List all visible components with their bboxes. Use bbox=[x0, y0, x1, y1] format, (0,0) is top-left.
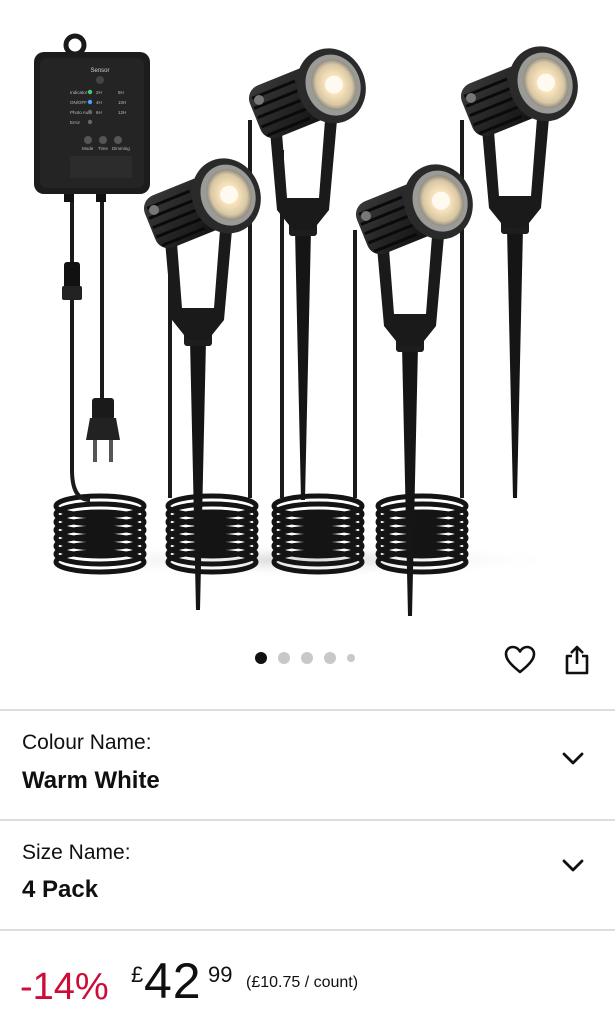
controller-hours-10: 10H bbox=[118, 100, 126, 105]
page-dot-1[interactable] bbox=[255, 652, 267, 664]
page-dot-3[interactable] bbox=[301, 652, 313, 664]
chevron-down-icon[interactable] bbox=[560, 746, 586, 772]
price-block: -14% £ 42 99 (£10.75 / count) bbox=[0, 940, 615, 1024]
controller-hours-8: 8H bbox=[118, 90, 124, 95]
controller-hours-4: 4H bbox=[96, 100, 102, 105]
page-dot-2[interactable] bbox=[278, 652, 290, 664]
controller-row-indicator: Indicator bbox=[70, 90, 88, 95]
size-label: Size Name: bbox=[22, 841, 131, 864]
product-image-gallery[interactable]: Sensor Indicator ON/OFF Photo Auto Error… bbox=[0, 0, 615, 640]
chevron-down-icon[interactable] bbox=[560, 853, 586, 879]
price-currency: £ bbox=[131, 962, 144, 987]
controller-hours-12: 12H bbox=[118, 110, 126, 115]
colour-value: Warm White bbox=[22, 767, 160, 794]
controller-row-error: Error bbox=[70, 120, 81, 125]
controller-hours-2: 2H bbox=[96, 90, 102, 95]
image-page-indicator bbox=[255, 652, 355, 664]
page-dot-4[interactable] bbox=[324, 652, 336, 664]
controller-box: Sensor Indicator ON/OFF Photo Auto Error… bbox=[34, 33, 150, 202]
heart-icon bbox=[504, 645, 536, 674]
controller-btn-mode: Mode bbox=[82, 146, 94, 151]
discount-percent: -14% bbox=[20, 966, 109, 1008]
page-dot-5[interactable] bbox=[347, 654, 355, 662]
controller-btn-dimming: Dimming bbox=[112, 146, 130, 151]
size-selector[interactable]: Size Name: 4 Pack bbox=[0, 821, 615, 929]
unit-price: (£10.75 / count) bbox=[246, 974, 359, 991]
product-image[interactable]: Sensor Indicator ON/OFF Photo Auto Error… bbox=[0, 0, 615, 640]
power-plug bbox=[86, 398, 120, 462]
share-icon bbox=[565, 645, 589, 675]
price-whole: 42 bbox=[144, 953, 202, 1009]
price-fraction: 99 bbox=[208, 962, 233, 987]
add-to-wishlist-button[interactable] bbox=[500, 640, 540, 680]
controller-row-onoff: ON/OFF bbox=[70, 100, 87, 105]
controller-hours-6: 6H bbox=[96, 110, 102, 115]
share-button[interactable] bbox=[557, 640, 597, 680]
divider bbox=[0, 929, 615, 931]
controller-btn-time: Time bbox=[98, 146, 108, 151]
sensor-label: Sensor bbox=[90, 68, 109, 74]
colour-label: Colour Name: bbox=[22, 731, 152, 754]
size-value: 4 Pack bbox=[22, 876, 99, 903]
colour-selector[interactable]: Colour Name: Warm White bbox=[0, 711, 615, 819]
